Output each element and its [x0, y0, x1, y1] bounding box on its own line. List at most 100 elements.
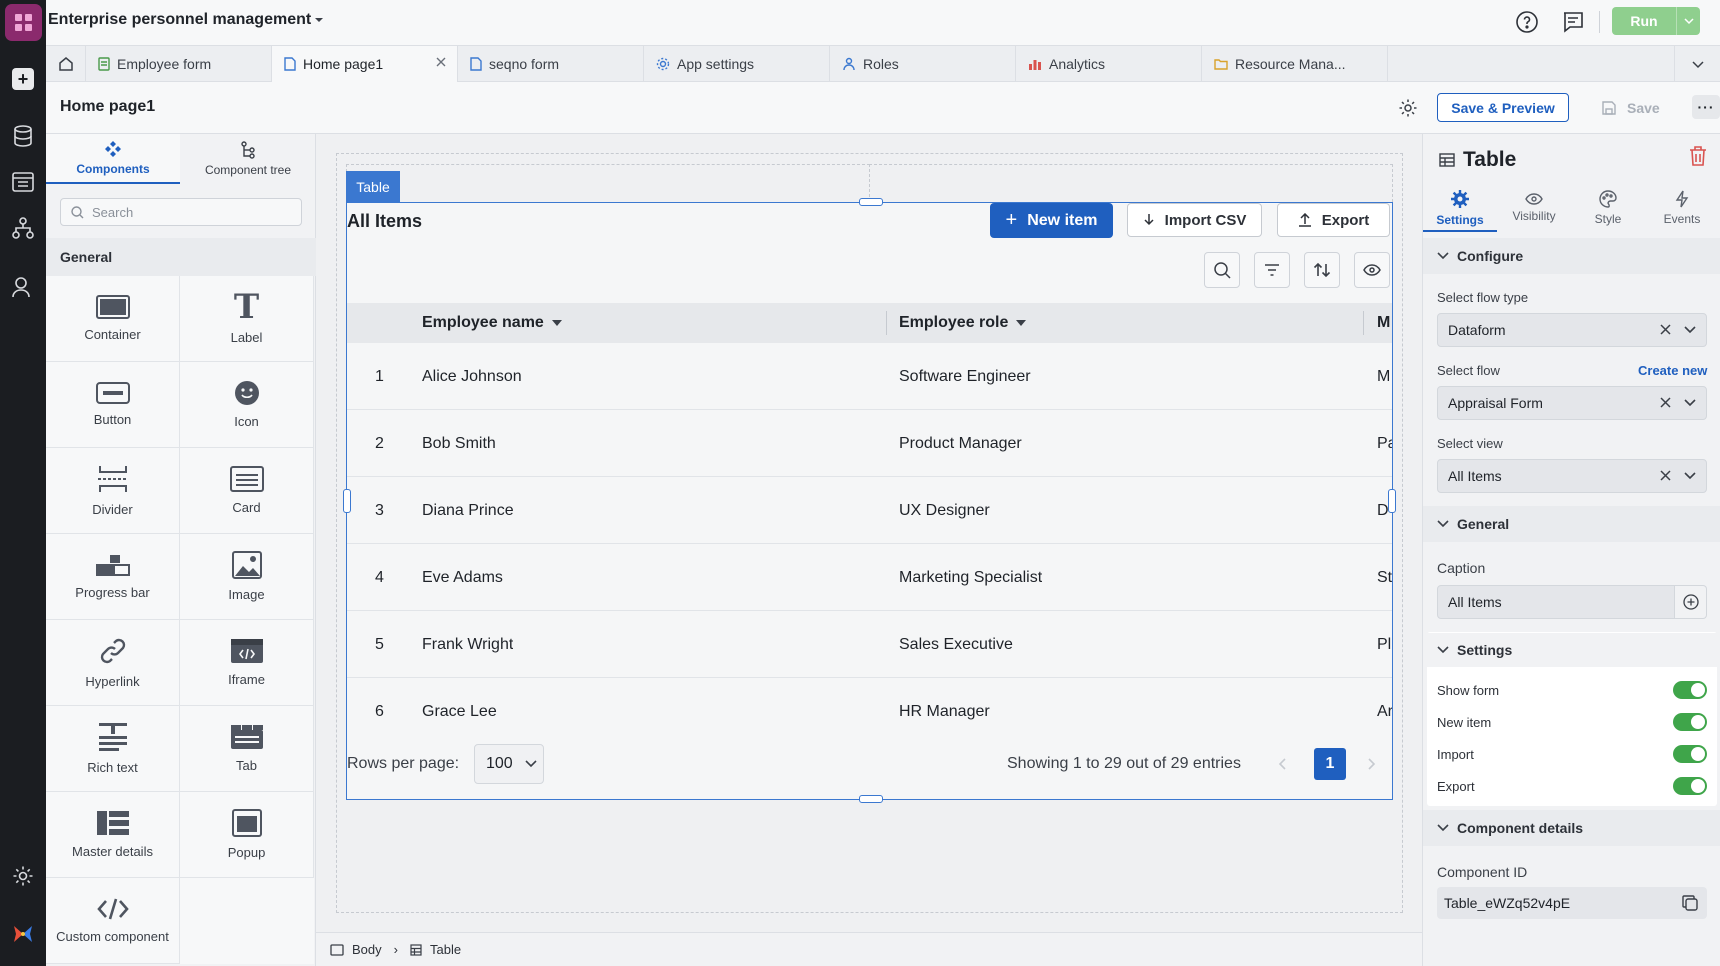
resize-handle-bottom[interactable]	[859, 795, 883, 803]
sort-icon[interactable]	[1304, 252, 1340, 288]
tab-home-page1[interactable]: Home page1	[272, 46, 458, 82]
tab-home[interactable]	[46, 46, 86, 82]
new-item-toggle[interactable]	[1673, 713, 1707, 731]
props-tab-events[interactable]: Events	[1645, 184, 1719, 232]
chevron-down-icon[interactable]	[1684, 472, 1696, 480]
props-tab-visibility[interactable]: Visibility	[1497, 184, 1571, 232]
page-1-button[interactable]: 1	[1314, 748, 1346, 780]
save-button[interactable]: Save	[1591, 93, 1683, 122]
tab-analytics[interactable]: Analytics	[1016, 46, 1202, 82]
breadcrumb-body[interactable]: Body	[352, 942, 382, 957]
component-progress-bar[interactable]: Progress bar	[46, 534, 180, 620]
users-icon[interactable]	[11, 275, 35, 299]
new-item-button[interactable]: + New item	[990, 203, 1113, 238]
component-divider[interactable]: Divider	[46, 448, 180, 534]
eye-icon[interactable]	[1354, 252, 1390, 288]
column-header-employee-name[interactable]: Employee name	[422, 303, 562, 343]
prev-page-chevron-icon[interactable]	[1278, 758, 1286, 770]
create-new-link[interactable]: Create new	[1638, 363, 1707, 378]
breadcrumb-table[interactable]: Table	[430, 942, 461, 957]
tab-resource-management[interactable]: Resource Mana...	[1202, 46, 1388, 82]
component-tab[interactable]: Tab	[180, 706, 314, 792]
more-options-icon[interactable]: ···	[1692, 95, 1720, 119]
component-id-field[interactable]: Table_eWZq52v4pE	[1437, 887, 1707, 919]
filter-icon[interactable]	[1254, 252, 1290, 288]
clear-x-icon[interactable]	[1660, 470, 1671, 481]
chevron-down-icon[interactable]	[1684, 399, 1696, 407]
comments-icon[interactable]	[1561, 10, 1585, 34]
props-tab-style[interactable]: Style	[1571, 184, 1645, 232]
forms-icon[interactable]	[11, 170, 35, 194]
view-select[interactable]: All Items	[1437, 459, 1707, 493]
component-master-details[interactable]: Master details	[46, 792, 180, 878]
app-logo[interactable]	[5, 4, 42, 41]
import-csv-button[interactable]: Import CSV	[1127, 203, 1262, 237]
section-general[interactable]: General	[1423, 506, 1720, 542]
rows-per-page-select[interactable]: 100	[474, 744, 544, 784]
section-configure[interactable]: Configure	[1423, 238, 1720, 274]
help-icon[interactable]	[1515, 10, 1539, 34]
tab-app-settings[interactable]: App settings	[644, 46, 830, 82]
table-row[interactable]: 2 Bob Smith Product Manager Pa	[347, 410, 1392, 477]
table-search-icon[interactable]	[1204, 252, 1240, 288]
drop-slot-left[interactable]	[346, 164, 870, 202]
component-container[interactable]: Container	[46, 276, 180, 362]
close-icon[interactable]	[435, 56, 447, 68]
flow-type-select[interactable]: Dataform	[1437, 313, 1707, 347]
add-icon[interactable]: +	[12, 68, 34, 90]
import-toggle[interactable]	[1673, 745, 1707, 763]
tab-components[interactable]: Components	[46, 134, 180, 184]
chevron-down-icon[interactable]	[1684, 326, 1696, 334]
save-preview-button[interactable]: Save & Preview	[1437, 93, 1569, 122]
delete-trash-icon[interactable]	[1689, 146, 1707, 166]
component-label[interactable]: T Label	[180, 276, 314, 362]
app-title[interactable]: Enterprise personnel management	[48, 11, 311, 29]
table-row[interactable]: 1 Alice Johnson Software Engineer M	[347, 343, 1392, 410]
component-rich-text[interactable]: Rich text	[46, 706, 180, 792]
component-image[interactable]: Image	[180, 534, 314, 620]
clear-x-icon[interactable]	[1660, 397, 1671, 408]
component-search-input[interactable]: Search	[60, 198, 302, 226]
chevron-down-icon[interactable]	[314, 15, 324, 25]
table-row[interactable]: 5 Frank Wright Sales Executive Pl	[347, 611, 1392, 678]
database-icon[interactable]	[11, 124, 35, 148]
show-form-toggle[interactable]	[1673, 681, 1707, 699]
run-dropdown-button[interactable]	[1676, 7, 1700, 35]
tab-seqno-form[interactable]: seqno form	[458, 46, 644, 82]
component-iframe[interactable]: Iframe	[180, 620, 314, 706]
tab-component-tree[interactable]: Component tree	[180, 134, 316, 184]
table-row[interactable]: 6 Grace Lee HR Manager Ar	[347, 678, 1392, 745]
table-row[interactable]: 3 Diana Prince UX Designer D	[347, 477, 1392, 544]
column-header-employee-role[interactable]: Employee role	[899, 303, 1027, 343]
column-divider[interactable]	[1363, 311, 1364, 335]
workflow-icon[interactable]	[11, 216, 35, 240]
tabs-overflow-chevron-icon[interactable]	[1674, 46, 1720, 82]
resize-handle-top[interactable]	[859, 198, 883, 206]
component-icon[interactable]: Icon	[180, 362, 314, 448]
clear-x-icon[interactable]	[1660, 324, 1671, 335]
export-button[interactable]: Export	[1277, 203, 1390, 237]
next-page-chevron-icon[interactable]	[1368, 758, 1376, 770]
drop-slot-right[interactable]	[869, 164, 1393, 202]
component-popup[interactable]: Popup	[180, 792, 314, 878]
section-component-details[interactable]: Component details	[1423, 810, 1720, 846]
caption-input[interactable]: All Items	[1437, 585, 1675, 619]
table-row[interactable]: 4 Eve Adams Marketing Specialist St	[347, 544, 1392, 611]
component-custom-component[interactable]: Custom component	[46, 878, 180, 964]
tab-employee-form[interactable]: Employee form	[86, 46, 272, 82]
run-button[interactable]: Run	[1612, 7, 1676, 35]
settings-gear-icon[interactable]	[11, 864, 35, 888]
flow-select[interactable]: Appraisal Form	[1437, 386, 1707, 420]
column-header-truncated[interactable]: M	[1377, 303, 1392, 343]
export-toggle[interactable]	[1673, 777, 1707, 795]
column-divider[interactable]	[886, 311, 887, 335]
tab-roles[interactable]: Roles	[830, 46, 1016, 82]
add-circle-icon[interactable]	[1675, 585, 1707, 619]
component-hyperlink[interactable]: Hyperlink	[46, 620, 180, 706]
page-settings-gear-icon[interactable]	[1398, 98, 1418, 118]
component-button[interactable]: Button	[46, 362, 180, 448]
section-settings[interactable]: Settings	[1427, 633, 1717, 667]
props-tab-settings[interactable]: Settings	[1423, 184, 1497, 232]
copy-icon[interactable]	[1681, 894, 1699, 912]
component-card[interactable]: Card	[180, 448, 314, 534]
